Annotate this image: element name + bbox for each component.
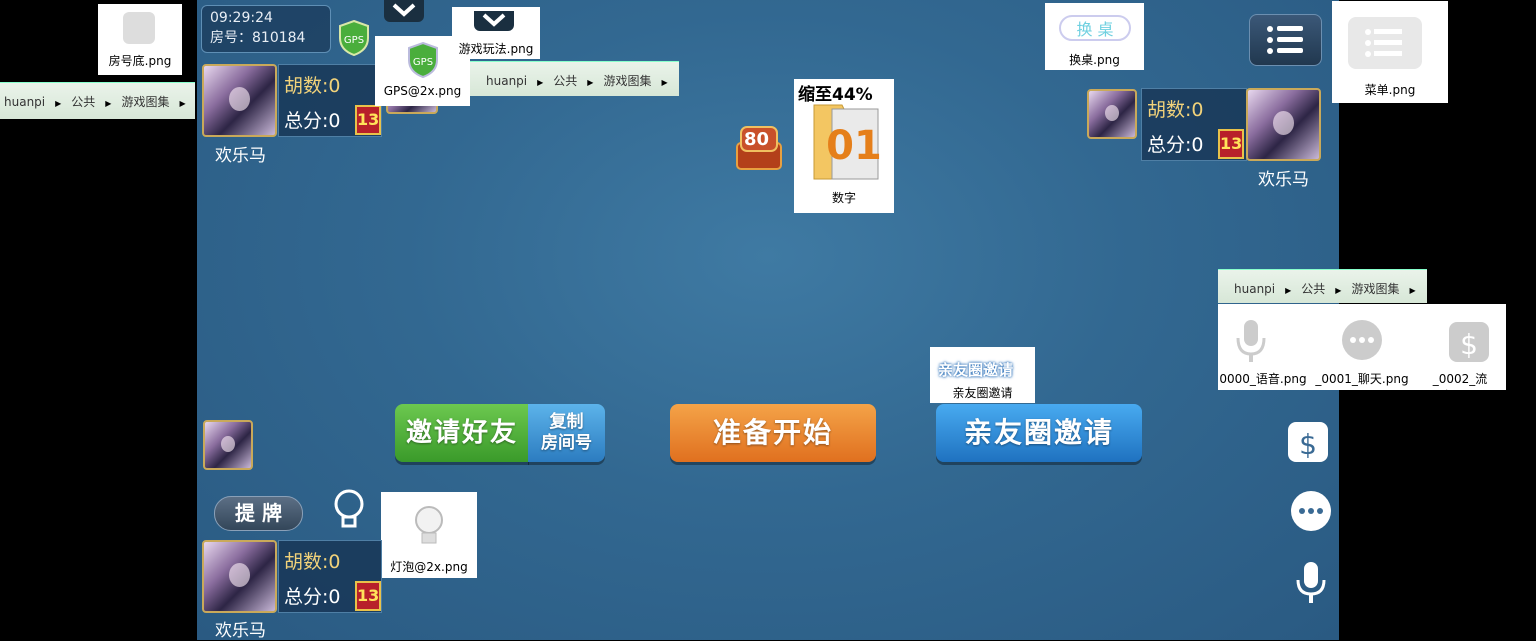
switch-file-label: 换桌.png — [1069, 53, 1120, 67]
svg-text:$: $ — [1299, 428, 1317, 461]
breadcrumb-folder2[interactable]: 游戏图集 — [603, 74, 651, 88]
svg-text:GPS: GPS — [344, 35, 364, 46]
room-bg-thumb — [123, 12, 155, 44]
svg-text:GPS: GPS — [413, 57, 433, 68]
chat-file-icon — [1342, 320, 1382, 360]
breadcrumb-user[interactable]: huanpi — [486, 74, 527, 88]
menu-icon — [1267, 26, 1303, 54]
circle-invite-file-label: 亲友圈邀请 — [952, 386, 1013, 400]
flow-file-label: _0002_流水.png — [1432, 372, 1488, 403]
menu-file: 菜单.png — [1332, 1, 1448, 103]
gps-file-label: GPS@2x.png — [383, 84, 462, 98]
invite-friends-button[interactable]: 邀请好友 — [395, 404, 529, 462]
room-info: 09:29:24 房号：810184 — [201, 5, 331, 53]
player3-panel: 胡数:0 总分:0 13 — [278, 540, 382, 613]
player1-name: 欢乐马 — [215, 146, 266, 166]
icon-sheet: $ 0000_语音.png _0001_聊天.png _0002_流水.png — [1218, 304, 1506, 403]
player2-score: 总分:0 — [1147, 134, 1204, 156]
voice-file-icon — [1236, 320, 1266, 362]
player3-name: 欢乐马 — [215, 621, 266, 641]
rules-toggle-icon[interactable] — [384, 0, 424, 22]
folder-label: 数字 — [831, 191, 856, 205]
breadcrumb-folder2[interactable]: 游戏图集 — [121, 95, 169, 109]
ready-button[interactable]: 准备开始 — [670, 404, 876, 462]
circle-invite-button[interactable]: 亲友圈邀请 — [936, 404, 1142, 462]
flow-icon[interactable]: $ — [1286, 416, 1330, 464]
clock: 09:29:24 — [210, 10, 273, 26]
round-count: 80 — [744, 129, 770, 150]
round-chest-icon: 80 — [735, 125, 783, 171]
menu-file-label: 菜单.png — [1364, 83, 1416, 97]
chat-file-label: _0001_聊天.png — [1315, 372, 1409, 386]
player3-score: 总分:0 — [284, 586, 341, 608]
breadcrumb-folder2[interactable]: 游戏图集 — [1351, 282, 1399, 296]
copy-room-number-button[interactable]: 复制 房间号 — [528, 404, 605, 462]
menu-thumb — [1348, 17, 1422, 69]
rules-file: 游戏玩法.png — [452, 7, 540, 59]
tip-button[interactable]: 提 牌 — [214, 496, 303, 531]
switch-file: 换 桌 换桌.png — [1045, 3, 1144, 70]
player2-small-avatar — [1087, 89, 1137, 139]
voice-file-label: 0000_语音.png — [1219, 372, 1307, 386]
rules-file-label: 游戏玩法.png — [458, 42, 534, 56]
player3-hu: 胡数:0 — [284, 551, 341, 573]
player1-badge: 13 — [355, 105, 381, 135]
room-number: 房号：810184 — [210, 30, 306, 46]
voice-icon[interactable] — [1293, 560, 1329, 606]
room-bg-file: 房号底.png — [98, 4, 182, 75]
breadcrumb-user[interactable]: huanpi — [1234, 282, 1275, 296]
copy-line1: 复制 — [549, 412, 584, 432]
switch-thumb: 换 桌 — [1059, 15, 1131, 41]
breadcrumb-folder1[interactable]: 公共 — [553, 74, 577, 88]
zoom-overlay: 缩至44% — [798, 85, 873, 105]
breadcrumb-folder1[interactable]: 公共 — [71, 95, 95, 109]
player2-panel: 胡数:0 总分:0 13 — [1141, 88, 1247, 161]
breadcrumb: huanpi ▶ 公共 ▶ 游戏图集 ▶ — [0, 82, 195, 119]
player1-score: 总分:0 — [284, 110, 341, 132]
player2-name: 欢乐马 — [1258, 170, 1309, 190]
circle-invite-file: 亲友圈邀请 亲友圈邀请 — [930, 347, 1035, 403]
svg-text:01: 01 — [826, 123, 882, 169]
player1-panel: 胡数:0 总分:0 13 — [278, 64, 382, 137]
player1-hu: 胡数:0 — [284, 75, 341, 97]
player2-avatar[interactable] — [1246, 88, 1321, 161]
breadcrumb-user[interactable]: huanpi — [4, 95, 45, 109]
player2-badge: 13 — [1218, 129, 1244, 159]
rules-thumb-icon — [474, 11, 514, 31]
breadcrumb-folder1[interactable]: 公共 — [1301, 282, 1325, 296]
chat-icon[interactable] — [1288, 490, 1334, 534]
player3-small-avatar — [203, 420, 253, 470]
circle-invite-thumb: 亲友圈邀请 — [938, 361, 1014, 379]
menu-button[interactable] — [1249, 14, 1322, 66]
bulb-file-label: 灯泡@2x.png — [390, 560, 468, 574]
player3-avatar[interactable] — [202, 540, 277, 613]
flow-file-icon: $ — [1449, 322, 1489, 362]
bulb-icon[interactable] — [332, 488, 366, 532]
bulb-file: 灯泡@2x.png — [381, 492, 477, 578]
player1-avatar[interactable] — [202, 64, 277, 137]
breadcrumb: huanpi ▶ 公共 ▶ 游戏图集 ▶ — [1218, 269, 1427, 303]
bulb-file-icon — [415, 506, 443, 544]
player2-hu: 胡数:0 — [1147, 99, 1204, 121]
svg-text:$: $ — [1460, 328, 1478, 361]
gps-icon[interactable]: GPS — [338, 19, 370, 57]
gps-file-icon: GPS — [408, 42, 438, 78]
folder-thumbnail: 01 缩至44% 数字 — [794, 79, 894, 213]
breadcrumb: huanpi ▶ 公共 ▶ 游戏图集 ▶ — [470, 61, 679, 96]
player3-badge: 13 — [355, 581, 381, 611]
copy-line2: 房间号 — [541, 433, 592, 453]
room-bg-file-label: 房号底.png — [108, 54, 172, 68]
